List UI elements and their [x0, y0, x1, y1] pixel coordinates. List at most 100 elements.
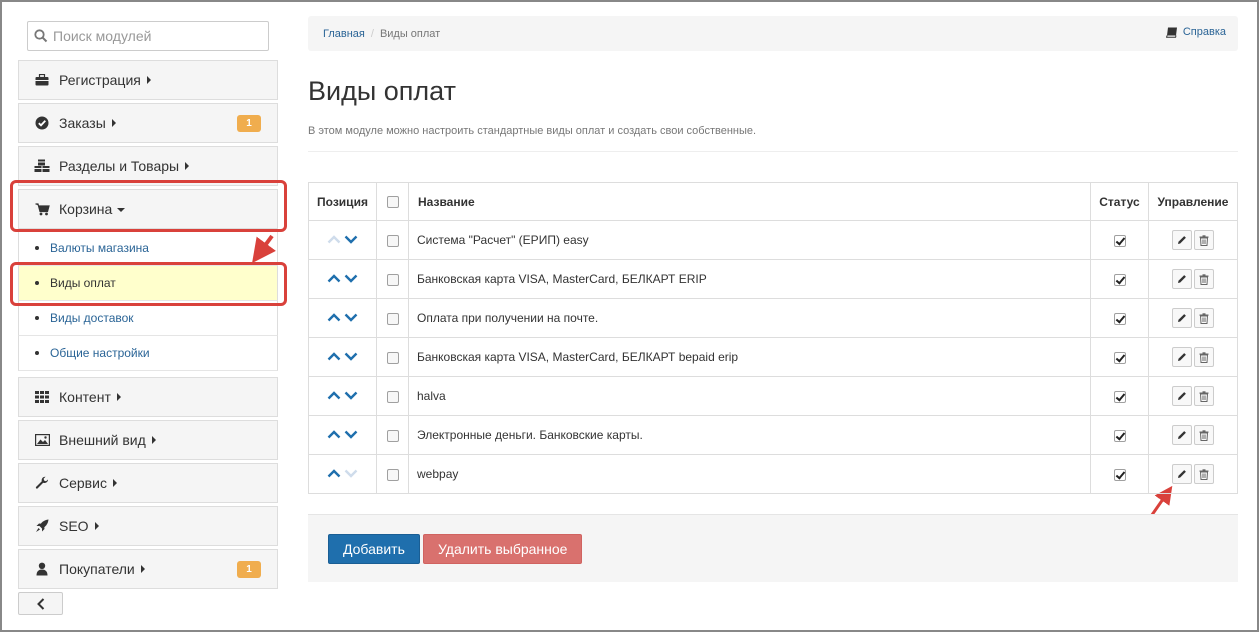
row-select-checkbox[interactable] [386, 468, 399, 481]
sidebar-subitem-label: Виды оплат [50, 276, 116, 290]
move-down-icon[interactable] [344, 272, 358, 286]
sidebar-item-label: SEO [59, 518, 89, 534]
book-icon [1165, 27, 1177, 38]
caret-down-icon [117, 208, 126, 212]
move-up-icon[interactable] [327, 350, 341, 364]
grid-icon [34, 389, 50, 405]
control-cell [1148, 220, 1238, 260]
trash-icon [1199, 312, 1209, 324]
breadcrumb: Главная / Виды оплат Справка [308, 16, 1238, 51]
sidebar-item-orders[interactable]: Заказы 1 [18, 103, 278, 143]
sidebar-item-seo[interactable]: SEO [18, 506, 278, 546]
edit-button[interactable] [1172, 425, 1192, 445]
status-cell [1090, 220, 1149, 260]
delete-button[interactable] [1194, 230, 1214, 250]
status-checkbox[interactable] [1113, 312, 1126, 325]
row-select-checkbox[interactable] [386, 312, 399, 325]
delete-button[interactable] [1194, 269, 1214, 289]
trash-icon [1199, 351, 1209, 363]
status-checkbox[interactable] [1113, 390, 1126, 403]
move-up-icon[interactable] [327, 428, 341, 442]
breadcrumb-separator: / [370, 27, 374, 40]
edit-button[interactable] [1172, 269, 1192, 289]
sidebar-subitem-general-settings[interactable]: Общие настройки [18, 336, 278, 371]
help-label: Справка [1182, 26, 1226, 38]
cart-icon [34, 201, 50, 217]
collapse-sidebar-button[interactable] [18, 592, 63, 615]
row-select-checkbox[interactable] [386, 273, 399, 286]
page-title: Виды оплат [308, 76, 456, 106]
sidebar-item-appearance[interactable]: Внешний вид [18, 420, 278, 460]
sidebar-item-content[interactable]: Контент [18, 377, 278, 417]
column-header-status: Статус [1090, 182, 1149, 221]
status-checkbox[interactable] [1113, 234, 1126, 247]
edit-button[interactable] [1172, 347, 1192, 367]
edit-button[interactable] [1172, 386, 1192, 406]
delete-button[interactable] [1194, 347, 1214, 367]
chevron-left-icon [36, 597, 44, 610]
status-cell [1090, 415, 1149, 455]
status-checkbox[interactable] [1113, 429, 1126, 442]
delete-button[interactable] [1194, 308, 1214, 328]
caret-right-icon [151, 436, 156, 444]
sidebar-item-registration[interactable]: Регистрация [18, 60, 278, 100]
pencil-icon [1177, 352, 1187, 362]
sidebar-item-service[interactable]: Сервис [18, 463, 278, 503]
delete-button[interactable] [1194, 464, 1214, 484]
caret-right-icon [185, 162, 190, 170]
breadcrumb-home-link[interactable]: Главная [323, 28, 365, 40]
sidebar-item-label: Покупатели [59, 561, 135, 577]
position-cell [308, 454, 377, 494]
select-all-checkbox[interactable] [386, 196, 399, 209]
row-select-checkbox[interactable] [386, 390, 399, 403]
table-row: Электронные деньги. Банковские карты. [308, 415, 1238, 455]
move-up-icon[interactable] [327, 311, 341, 325]
control-cell [1148, 337, 1238, 377]
module-search[interactable] [27, 21, 269, 51]
sidebar-subitem-delivery-types[interactable]: Виды доставок [18, 301, 278, 336]
status-checkbox[interactable] [1113, 273, 1126, 286]
name-cell: Электронные деньги. Банковские карты. [408, 415, 1091, 455]
move-down-icon[interactable] [344, 350, 358, 364]
move-down-icon[interactable] [344, 311, 358, 325]
row-select-checkbox[interactable] [386, 429, 399, 442]
edit-button[interactable] [1172, 308, 1192, 328]
sidebar-subitem-payment-types[interactable]: Виды оплат [18, 266, 278, 301]
delete-button[interactable] [1194, 425, 1214, 445]
page-description: В этом модуле можно настроить стандартны… [308, 125, 757, 137]
move-up-icon[interactable] [327, 467, 341, 481]
sidebar-subitem-currencies[interactable]: Валюты магазина [18, 231, 278, 266]
actions-panel: Добавить Удалить выбранное [308, 514, 1238, 582]
name-cell: Система "Расчет" (ЕРИП) easy [408, 220, 1091, 260]
bullet-icon [35, 316, 39, 320]
move-down-icon[interactable] [344, 233, 358, 247]
delete-button[interactable] [1194, 386, 1214, 406]
position-cell [308, 337, 377, 377]
sidebar-item-customers[interactable]: Покупатели 1 [18, 549, 278, 589]
edit-button[interactable] [1172, 230, 1192, 250]
edit-button[interactable] [1172, 464, 1192, 484]
status-checkbox[interactable] [1113, 468, 1126, 481]
trash-icon [1199, 429, 1209, 441]
add-button[interactable]: Добавить [328, 534, 420, 564]
position-cell [308, 220, 377, 260]
name-cell: webpay [408, 454, 1091, 494]
search-input[interactable] [53, 28, 253, 44]
help-link[interactable]: Справка [1165, 26, 1226, 38]
column-header-name: Название [408, 182, 1091, 221]
caret-right-icon [140, 565, 145, 573]
sidebar-item-cart[interactable]: Корзина [18, 189, 278, 229]
control-cell [1148, 376, 1238, 416]
move-down-icon[interactable] [344, 389, 358, 403]
move-up-icon[interactable] [327, 389, 341, 403]
move-up-icon[interactable] [327, 272, 341, 286]
status-checkbox[interactable] [1113, 351, 1126, 364]
delete-selected-button[interactable]: Удалить выбранное [423, 534, 583, 564]
sidebar-item-sections-products[interactable]: Разделы и Товары [18, 146, 278, 186]
row-select-checkbox[interactable] [386, 351, 399, 364]
status-cell [1090, 337, 1149, 377]
move-down-icon[interactable] [344, 428, 358, 442]
caret-right-icon [146, 76, 151, 84]
row-select-checkbox[interactable] [386, 234, 399, 247]
trash-icon [1199, 468, 1209, 480]
